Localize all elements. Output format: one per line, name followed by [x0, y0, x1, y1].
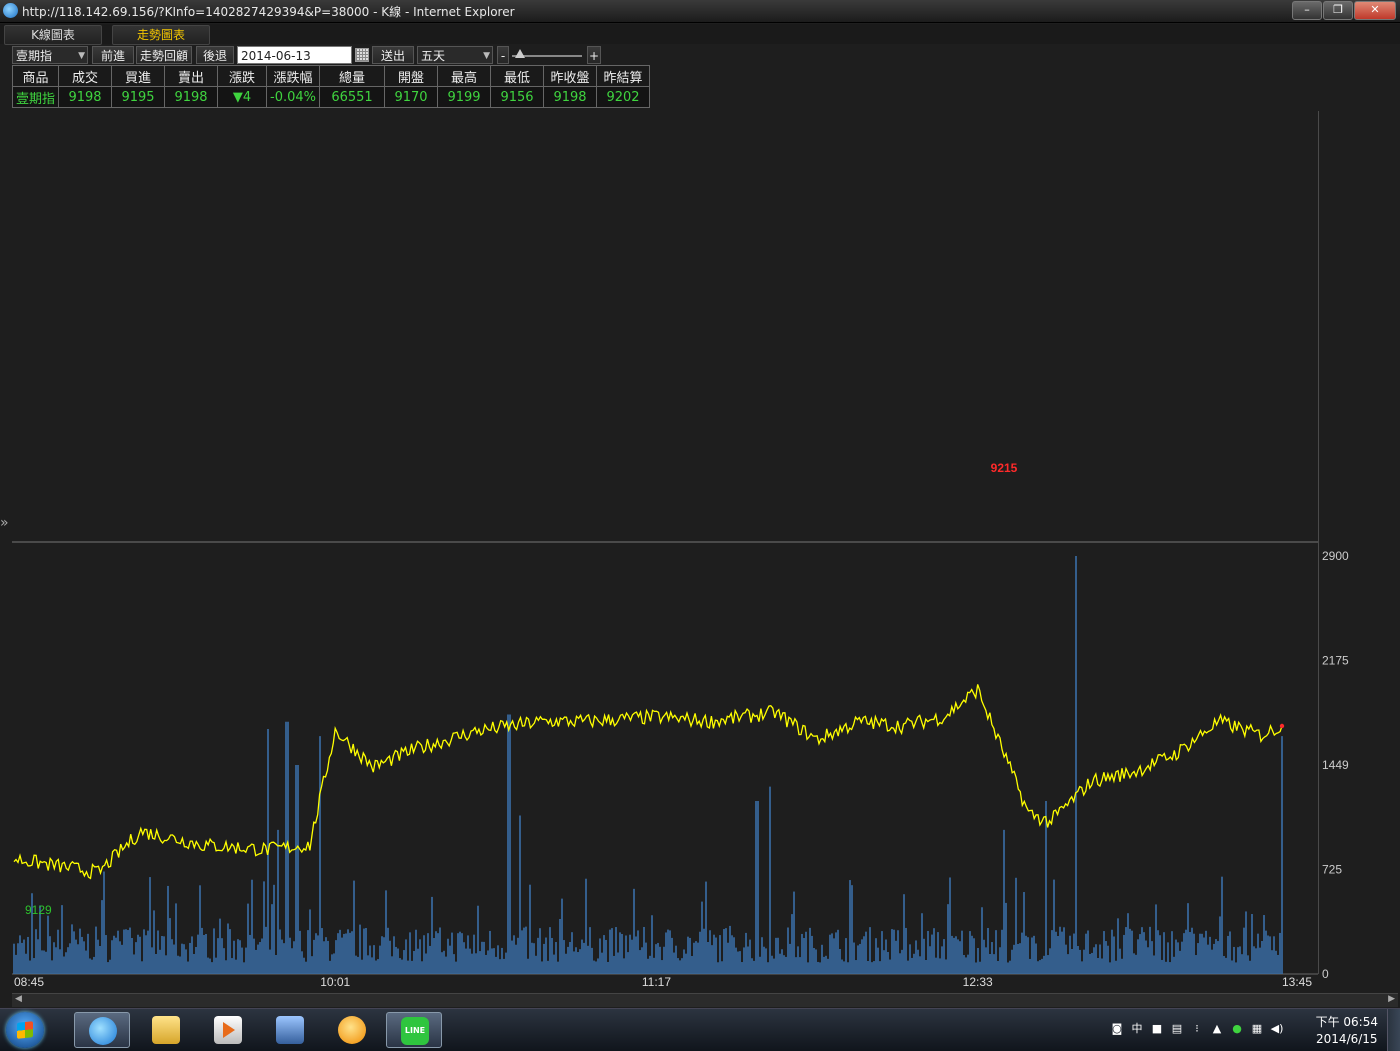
volume-tick-label: 1449	[1322, 758, 1349, 772]
high-price-label: 9215	[991, 461, 1018, 475]
volume-tick-label: 2900	[1322, 549, 1349, 563]
last-price-point	[1279, 723, 1285, 729]
show-hidden-icons[interactable]: ▲	[1210, 1022, 1224, 1036]
taskbar-line[interactable]: LINE	[386, 1012, 442, 1048]
tool-app-icon	[276, 1016, 304, 1044]
low-price-label: 9129	[25, 903, 52, 917]
volume-tick-label: 725	[1322, 863, 1342, 877]
time-tick-label: 12:33	[963, 975, 993, 989]
show-desktop-button[interactable]	[1387, 1009, 1400, 1051]
system-tray: ◙ 中 ■ ▤ ⁝ ▲ ● ▦ ◀) 下午 06:54 2014/6/15	[1100, 1009, 1400, 1051]
ime-icon[interactable]: ◙	[1110, 1022, 1124, 1036]
horizontal-scrollbar[interactable]: ◀ ▶	[12, 993, 1398, 1007]
price-line	[13, 684, 1283, 880]
internet-explorer-icon	[89, 1017, 117, 1045]
taskbar-file-explorer[interactable]	[138, 1012, 194, 1048]
ime-tools-icon[interactable]: ▤	[1170, 1022, 1184, 1036]
media-player-icon	[214, 1016, 242, 1044]
time-tick-label: 11:17	[642, 975, 671, 989]
ime-chinese-indicator[interactable]: 中	[1130, 1022, 1144, 1036]
volume-tick-label: 2175	[1322, 654, 1349, 668]
start-button[interactable]	[6, 1012, 44, 1048]
windows-logo-icon	[17, 1021, 33, 1039]
line-app-icon: LINE	[401, 1017, 429, 1045]
volume-tick-label: 0	[1322, 967, 1329, 981]
ime-options-icon[interactable]: ⁝	[1190, 1022, 1204, 1036]
time-tick-label: 10:01	[320, 975, 350, 989]
line-tray-icon[interactable]: ●	[1230, 1022, 1244, 1036]
time-tick-label: 13:45	[1282, 975, 1312, 989]
clock-time: 下午 06:54	[1315, 1015, 1378, 1029]
taskbar-internet-explorer[interactable]	[74, 1012, 130, 1048]
time-tick-label: 08:45	[14, 975, 44, 989]
ball-app-icon	[338, 1016, 366, 1044]
trend-chart-svg: 9215 9129 2900 2175 1449 725 0 08:45 10:01 11:17 1…	[12, 461, 1349, 989]
scroll-left-icon[interactable]: ◀	[15, 994, 22, 1004]
windows-taskbar: LINE ◙ 中 ■ ▤ ⁝ ▲ ● ▦ ◀) 下午 06:54 2014/6/…	[0, 1008, 1400, 1051]
taskbar-media-player[interactable]	[200, 1012, 256, 1048]
taskbar-clock[interactable]: 下午 06:54 2014/6/15	[1316, 1014, 1378, 1048]
taskbar-ball-app[interactable]	[324, 1012, 380, 1048]
taskbar-tool-app[interactable]	[262, 1012, 318, 1048]
half-width-icon[interactable]: ■	[1150, 1022, 1164, 1036]
volume-icon[interactable]: ◀)	[1270, 1022, 1284, 1036]
folder-icon	[152, 1016, 180, 1044]
clock-date: 2014/6/15	[1316, 1032, 1378, 1046]
scroll-right-icon[interactable]: ▶	[1388, 994, 1395, 1004]
network-icon[interactable]: ▦	[1250, 1022, 1264, 1036]
